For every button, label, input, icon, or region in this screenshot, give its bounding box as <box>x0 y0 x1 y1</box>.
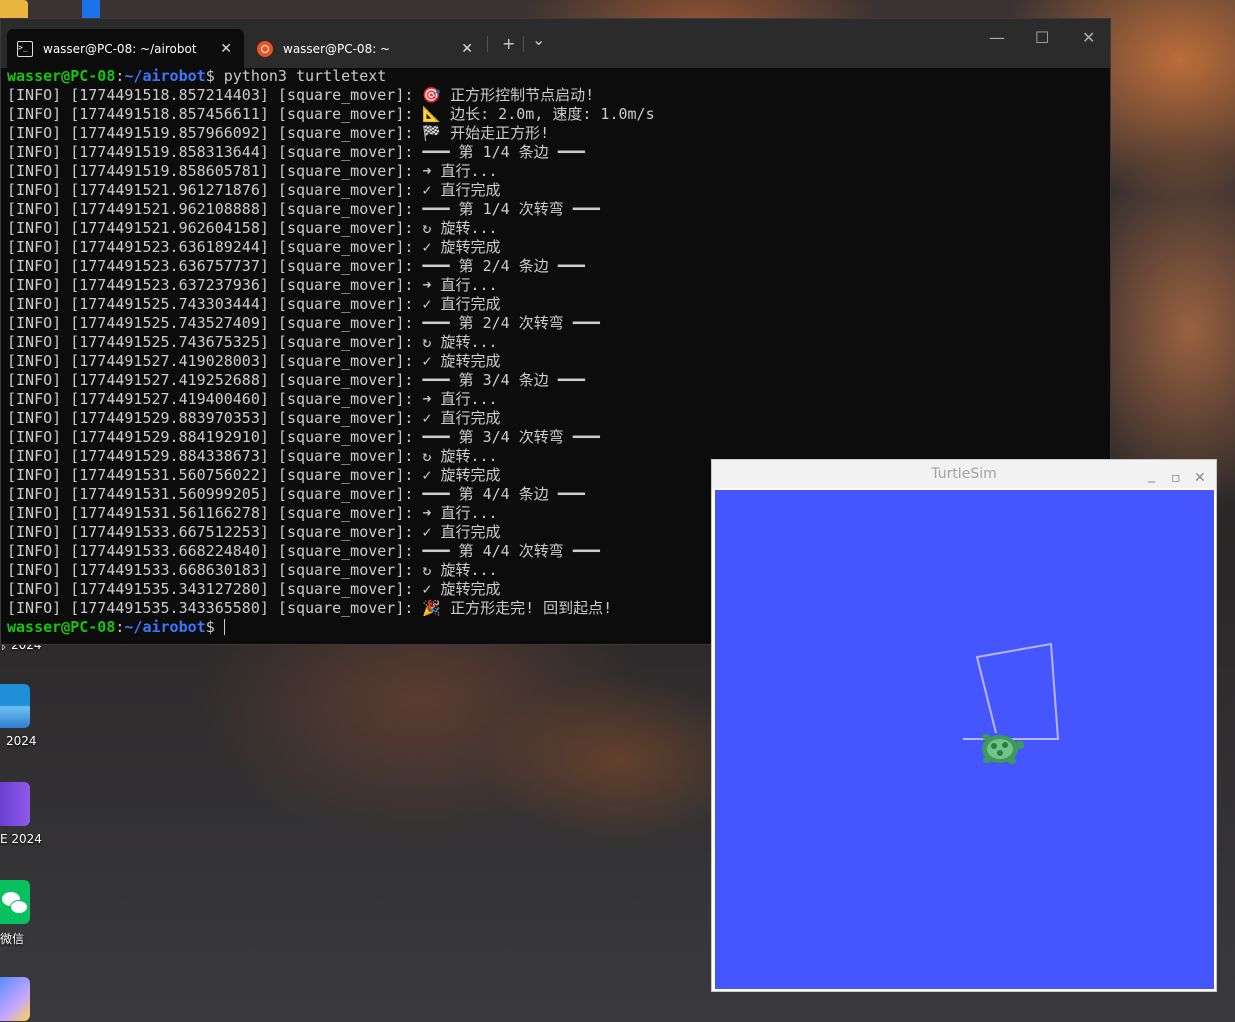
ubuntu-icon <box>257 40 273 57</box>
log-line: [INFO] [1774491523.637237936] [square_mo… <box>7 276 498 294</box>
desktop-icon-app-5[interactable] <box>0 977 60 1022</box>
turtle-path <box>963 642 1060 740</box>
log-line: [INFO] [1774491525.743303444] [square_mo… <box>7 295 501 313</box>
log-line: [INFO] [1774491523.636757737] [square_mo… <box>7 257 585 275</box>
command-text: python3 turtletext <box>223 67 387 85</box>
visual-studio-icon <box>0 782 30 826</box>
log-line: [INFO] [1774491521.962604158] [square_mo… <box>7 219 498 237</box>
minimize-button[interactable]: _ <box>1148 461 1155 489</box>
maximize-button[interactable]: ☐ <box>1035 28 1049 47</box>
prompt-user: wasser@PC-08 <box>7 618 116 636</box>
prompt-dollar: $ <box>205 618 215 636</box>
log-line: [INFO] [1774491519.857966092] [square_mo… <box>7 124 550 142</box>
log-line: [INFO] [1774491525.743675325] [square_mo… <box>7 333 498 351</box>
close-icon[interactable]: ✕ <box>461 41 473 57</box>
log-line: [INFO] [1774491521.961271876] [square_mo… <box>7 181 501 199</box>
close-button[interactable]: ✕ <box>1194 464 1206 492</box>
tab-home[interactable]: wasser@PC-08: ~ ✕ <box>247 29 485 68</box>
new-tab-button[interactable]: + <box>502 34 515 53</box>
desktop-icon-app-2[interactable]: 2024 <box>0 684 60 754</box>
app-1-icon <box>0 0 28 18</box>
app-2-icon <box>82 0 100 18</box>
tab-airobot[interactable]: >_ wasser@PC-08: ~/airobot ✕ <box>7 29 244 68</box>
tab-separator <box>487 36 488 52</box>
tab-separator <box>523 36 524 52</box>
log-line: [INFO] [1774491525.743527409] [square_mo… <box>7 314 600 332</box>
close-icon[interactable]: ✕ <box>220 41 232 57</box>
terminal-tab-bar: >_ wasser@PC-08: ~/airobot ✕ wasser@PC-0… <box>1 19 1110 68</box>
maximize-button[interactable]: ▫ <box>1171 464 1181 492</box>
log-line: [INFO] [1774491529.884192910] [square_mo… <box>7 428 600 446</box>
turtlesim-window: TurtleSim _ ▫ ✕ <box>711 459 1217 992</box>
log-line: [INFO] [1774491527.419028003] [square_mo… <box>7 352 501 370</box>
prompt-line: wasser@PC-08:~/airobot$ python3 turtlete… <box>7 67 1110 86</box>
chevron-down-icon[interactable]: ⌄ <box>532 30 545 49</box>
prompt-dollar: $ <box>205 67 215 85</box>
log-line: [INFO] [1774491527.419400460] [square_mo… <box>7 390 498 408</box>
desktop-icon-label: E 2024 <box>0 832 42 846</box>
log-line: [INFO] [1774491521.962108888] [square_mo… <box>7 200 600 218</box>
terminal-icon: >_ <box>17 40 33 57</box>
log-line: [INFO] [1774491519.858313644] [square_mo… <box>7 143 585 161</box>
log-line: [INFO] [1774491519.858605781] [square_mo… <box>7 162 498 180</box>
tab-label: wasser@PC-08: ~ <box>283 41 391 56</box>
window-title: TurtleSim <box>931 466 997 482</box>
prompt-user: wasser@PC-08 <box>7 67 116 85</box>
desktop-icon-label: 2024 <box>6 734 37 748</box>
desktop-icon-wechat[interactable]: 微信 <box>0 880 60 950</box>
log-line: [INFO] [1774491523.636189244] [square_mo… <box>7 238 501 256</box>
windows-app-icon <box>0 684 30 728</box>
desktop-icon-app-1[interactable] <box>0 0 100 18</box>
turtlesim-title-bar[interactable]: TurtleSim _ ▫ ✕ <box>712 460 1216 488</box>
text-cursor <box>223 619 225 635</box>
minimize-button[interactable]: — <box>989 28 1005 47</box>
close-button[interactable]: ✕ <box>1082 28 1095 47</box>
prompt-path: ~/airobot <box>124 618 206 636</box>
desktop-icon-label: 微信 <box>0 932 25 946</box>
turtlesim-canvas <box>715 490 1214 989</box>
log-line: [INFO] [1774491529.883970353] [square_mo… <box>7 409 501 427</box>
log-line: [INFO] [1774491527.419252688] [square_mo… <box>7 371 585 389</box>
log-line: [INFO] [1774491518.857456611] [square_mo… <box>7 105 655 123</box>
turtle-drawing <box>963 642 1060 764</box>
tab-label: wasser@PC-08: ~/airobot <box>43 41 197 56</box>
app-5-icon <box>0 977 30 1021</box>
wechat-icon <box>0 880 30 924</box>
prompt-path: ~/airobot <box>124 67 206 85</box>
desktop-icon-app-3[interactable]: E 2024 <box>0 782 60 852</box>
log-line: [INFO] [1774491518.857214403] [square_mo… <box>7 86 595 104</box>
